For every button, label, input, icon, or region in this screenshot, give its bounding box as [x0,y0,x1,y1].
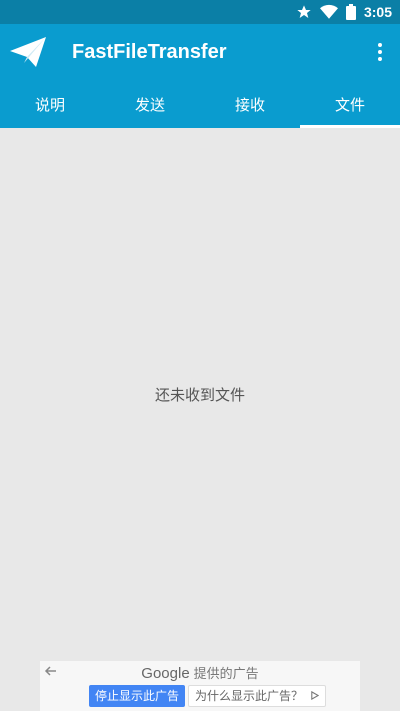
stop-ad-button[interactable]: 停止显示此广告 [89,685,186,707]
why-ad-button[interactable]: 为什么显示此广告？ [188,685,326,707]
ad-provider: Google [141,665,190,682]
tab-receive[interactable]: 接收 [200,80,300,128]
ad-provided-text: 提供的广告 [193,667,259,682]
status-icons: 3:05 [296,0,392,24]
ad-provider-line: Google 提供的广告 [40,663,360,682]
tab-bar: 说明 发送 接收 文件 [0,80,400,128]
paper-plane-icon [10,37,46,67]
why-ad-label: 为什么显示此广告？ [195,689,304,703]
app-bar: FastFileTransfer [0,24,400,80]
tab-send[interactable]: 发送 [100,80,200,128]
ad-buttons: 停止显示此广告 为什么显示此广告？ [89,685,326,707]
ad-banner: Google 提供的广告 停止显示此广告 为什么显示此广告？ [40,661,360,711]
star-icon [297,5,311,18]
empty-state-message: 还未收到文件 [154,386,245,404]
battery-icon [345,4,356,20]
tab-instructions[interactable]: 说明 [0,80,100,128]
wifi-icon [319,4,338,19]
status-time: 3:05 [363,4,392,20]
tab-files[interactable]: 文件 [300,80,400,128]
status-bar: 3:05 [0,0,400,24]
play-outline-icon [311,690,320,701]
more-dot [378,57,382,61]
more-dot [378,43,382,47]
more-vert-icon[interactable] [374,40,386,64]
app-title: FastFileTransfer [72,41,227,63]
more-dot [378,50,382,54]
